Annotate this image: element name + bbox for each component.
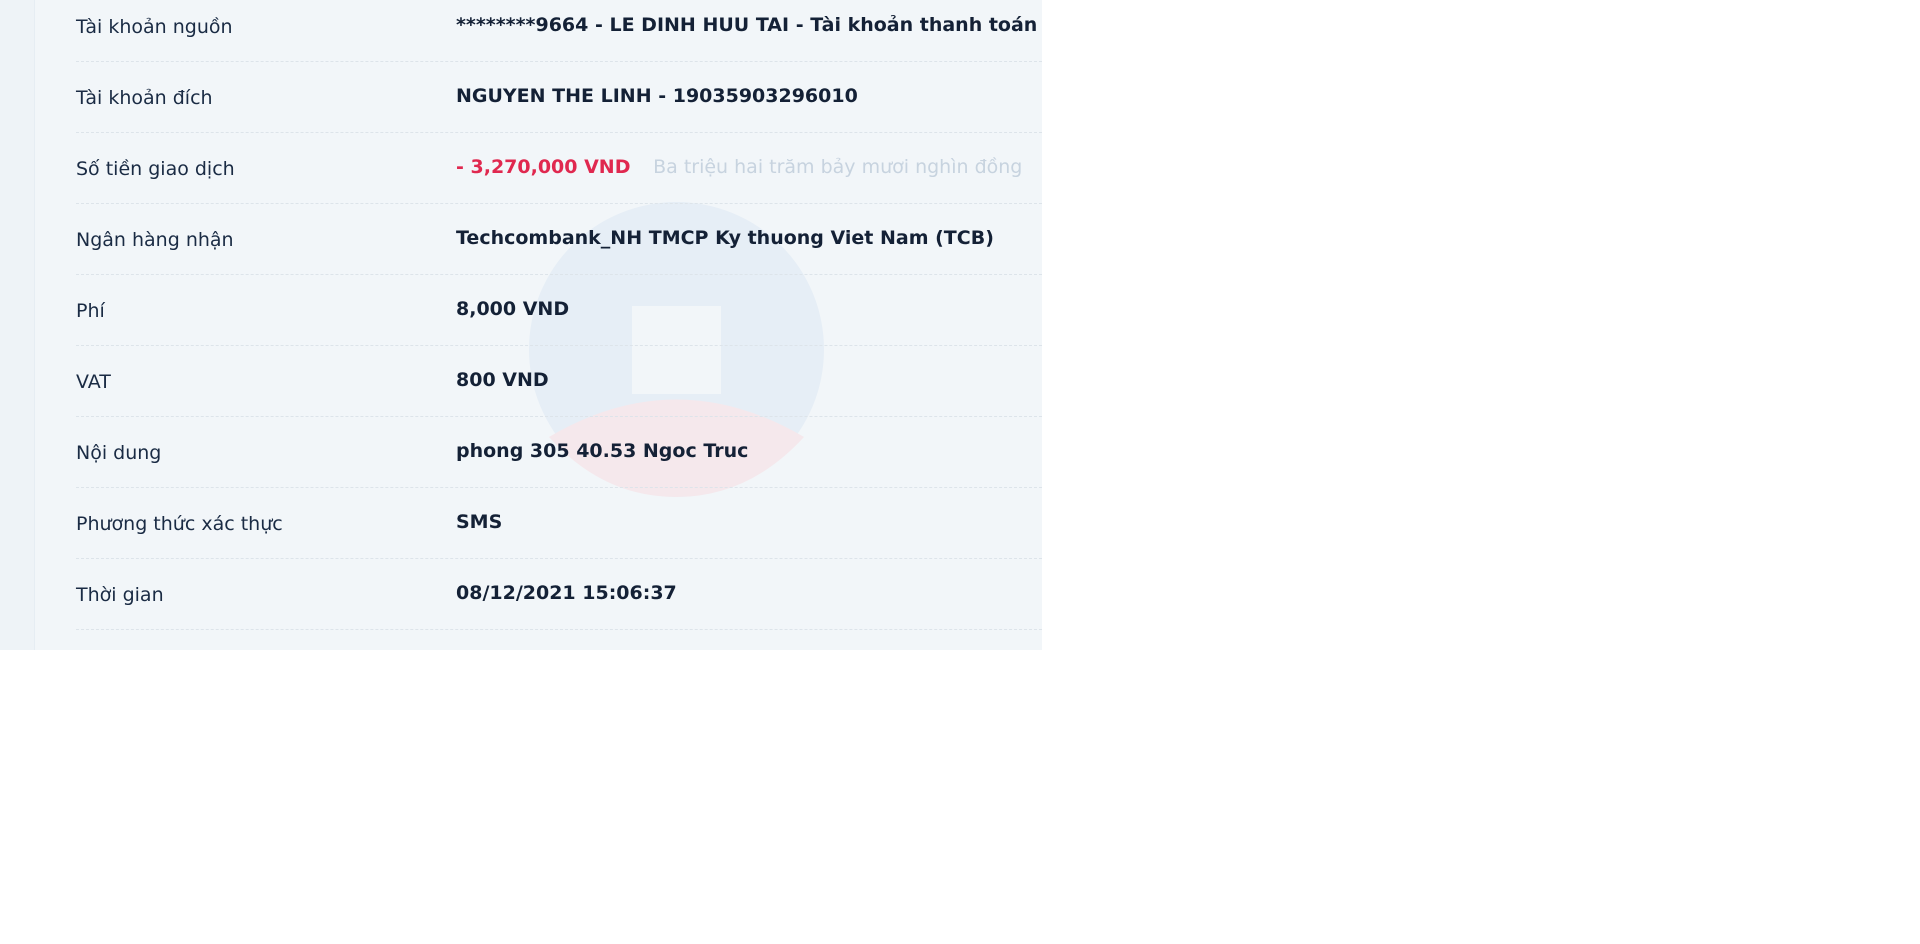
side-strip (0, 0, 35, 650)
amount-value: - 3,270,000 VND Ba triệu hai trăm bảy mư… (456, 156, 1022, 178)
row-vat: VAT 800 VND (76, 346, 1042, 417)
row-fee: Phí 8,000 VND (76, 275, 1042, 346)
auth-method-value: SMS (456, 511, 503, 533)
row-auth-method: Phương thức xác thực SMS (76, 488, 1042, 559)
source-account-label: Tài khoản nguồn (76, 16, 233, 38)
fee-label: Phí (76, 300, 105, 322)
amount-label: Số tiền giao dịch (76, 158, 235, 180)
vat-label: VAT (76, 371, 111, 393)
auth-method-label: Phương thức xác thực (76, 513, 283, 535)
row-amount: Số tiền giao dịch - 3,270,000 VND Ba tri… (76, 133, 1042, 204)
row-time: Thời gian 08/12/2021 15:06:37 (76, 559, 1042, 630)
fee-value: 8,000 VND (456, 298, 570, 320)
destination-account-label: Tài khoản đích (76, 87, 213, 109)
destination-account-value: NGUYEN THE LINH - 19035903296010 (456, 85, 858, 107)
receiving-bank-label: Ngân hàng nhận (76, 229, 234, 251)
time-label: Thời gian (76, 584, 164, 606)
amount-in-words: Ba triệu hai trăm bảy mươi nghìn đồng (653, 156, 1023, 178)
content-value: phong 305 40.53 Ngoc Truc (456, 440, 749, 462)
transaction-detail-panel: Tài khoản nguồn ********9664 - LE DINH H… (0, 0, 1042, 650)
source-account-value: ********9664 - LE DINH HUU TAI - Tài kho… (456, 14, 1042, 36)
row-receiving-bank: Ngân hàng nhận Techcombank_NH TMCP Ky th… (76, 204, 1042, 275)
content-label: Nội dung (76, 442, 162, 464)
row-content: Nội dung phong 305 40.53 Ngoc Truc (76, 417, 1042, 488)
receiving-bank-value: Techcombank_NH TMCP Ky thuong Viet Nam (… (456, 227, 994, 249)
row-source-account: Tài khoản nguồn ********9664 - LE DINH H… (76, 0, 1042, 62)
amount-number: - 3,270,000 VND (456, 156, 631, 178)
vat-value: 800 VND (456, 369, 549, 391)
source-account-text: ********9664 - LE DINH HUU TAI - Tài kho… (456, 14, 1038, 36)
row-destination-account: Tài khoản đích NGUYEN THE LINH - 1903590… (76, 62, 1042, 133)
detail-rows: Tài khoản nguồn ********9664 - LE DINH H… (76, 0, 1042, 630)
time-value: 08/12/2021 15:06:37 (456, 582, 677, 604)
